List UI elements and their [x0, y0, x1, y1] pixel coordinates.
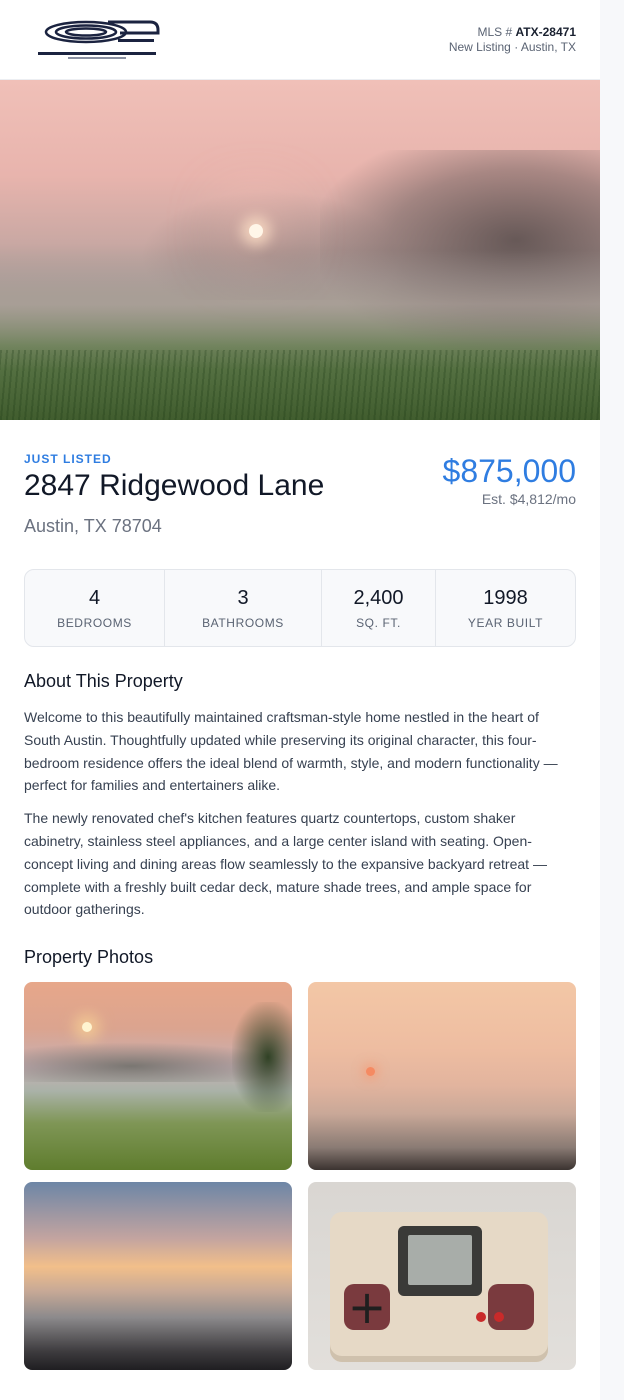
- about-section: About This Property Welcome to this beau…: [0, 671, 600, 921]
- property-stats: 4 BEDROOMS 3 BATHROOMS 2,400 SQ. FT. 199…: [24, 569, 576, 647]
- about-paragraph: Welcome to this beautifully maintained c…: [24, 709, 558, 794]
- about-paragraph: The newly renovated chef's kitchen featu…: [24, 810, 547, 918]
- stat-label: YEAR BUILT: [467, 615, 544, 630]
- about-heading: About This Property: [24, 671, 183, 691]
- hero-grass: [0, 350, 600, 420]
- listing-subline: New Listing · Austin, TX: [448, 39, 576, 54]
- photo-grid: [24, 982, 576, 1371]
- mls-number-line: MLS # ATX-28471: [449, 25, 576, 40]
- mls-info: MLS # ATX-28471 New Listing · Austin, TX: [449, 25, 576, 55]
- stat-value: 4: [88, 586, 101, 609]
- photo-thumbnail[interactable]: [24, 982, 292, 1171]
- stat-label: BEDROOMS: [57, 615, 132, 630]
- mls-prefix: MLS #: [477, 24, 513, 39]
- mls-number: ATX-28471: [515, 24, 576, 39]
- photo-thumbnail[interactable]: [308, 1182, 576, 1371]
- stat-value: 2,400: [353, 586, 404, 609]
- photo-thumbnail[interactable]: [308, 982, 576, 1171]
- listing-price: $875,000: [442, 453, 576, 489]
- stat-bathrooms: 3 BATHROOMS: [165, 570, 322, 646]
- photo-thumbnail[interactable]: [24, 1182, 292, 1371]
- stat-value: 1998: [483, 586, 528, 609]
- property-city: Austin, TX 78704: [24, 516, 162, 536]
- stat-sqft: 2,400 SQ. FT.: [322, 570, 436, 646]
- stat-bedrooms: 4 BEDROOMS: [25, 570, 165, 646]
- listing-page: MLS # ATX-28471 New Listing · Austin, TX…: [0, 0, 600, 1400]
- page-header: MLS # ATX-28471 New Listing · Austin, TX: [0, 0, 600, 80]
- stat-label: SQ. FT.: [356, 615, 401, 630]
- hero-image[interactable]: [0, 80, 600, 420]
- stat-label: BATHROOMS: [202, 615, 284, 630]
- price-block: $875,000 Est. $4,812/mo: [443, 452, 576, 507]
- monthly-estimate: Est. $4,812/mo: [481, 491, 576, 507]
- stat-value: 3: [237, 586, 249, 609]
- stat-year-built: 1998 YEAR BUILT: [436, 570, 575, 646]
- hero-sun: [249, 224, 263, 238]
- photos-section: Property Photos: [0, 947, 600, 1371]
- brokerage-logo[interactable]: [38, 19, 162, 61]
- listing-summary: JUST LISTED 2847 Ridgewood Lane Austin, …: [0, 420, 600, 537]
- photos-heading: Property Photos: [24, 947, 154, 968]
